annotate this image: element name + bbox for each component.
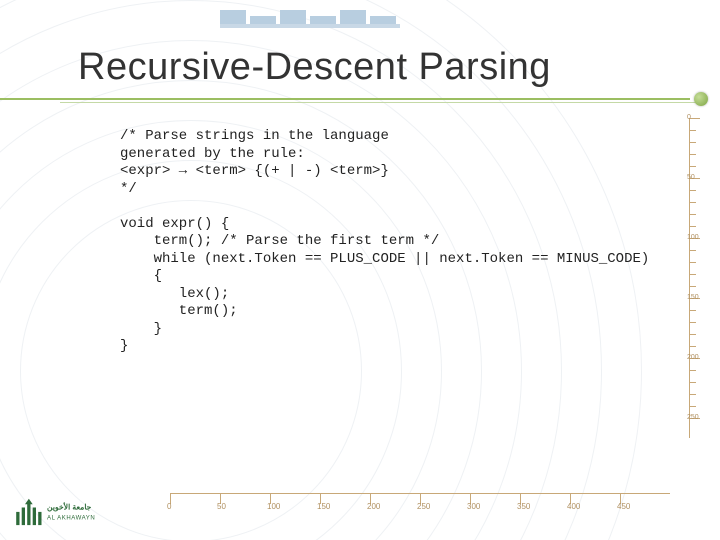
vruler-label: 150	[687, 295, 699, 301]
top-decoration-base	[220, 24, 400, 28]
logo-english-text: AL AKHAWAYN	[47, 516, 95, 522]
code-line: lex();	[120, 286, 229, 302]
hruler-label: 200	[367, 502, 380, 511]
university-logo: جامعة الأخوين AL AKHAWAYN	[14, 496, 124, 530]
horizontal-ruler: 0 50 100 150 200 250 300 350 400 450	[170, 493, 670, 512]
code-line: }	[120, 321, 162, 337]
hruler-label: 300	[467, 502, 480, 511]
code-line: {	[120, 268, 162, 284]
hruler-label: 250	[417, 502, 430, 511]
hruler-label: 450	[617, 502, 630, 511]
title-bullet-icon	[694, 92, 708, 106]
hruler-label: 350	[517, 502, 530, 511]
code-line: */	[120, 181, 137, 197]
logo-arabic-text: جامعة الأخوين	[47, 501, 92, 513]
code-line: term(); /* Parse the first term */	[120, 233, 439, 249]
page-title: Recursive-Descent Parsing	[78, 46, 551, 89]
hruler-label: 400	[567, 502, 580, 511]
vruler-label: 0	[687, 115, 699, 121]
title-underline-secondary	[60, 102, 700, 103]
title-underline-primary	[0, 98, 690, 100]
vruler-label: 200	[687, 355, 699, 361]
hruler-label: 50	[217, 502, 226, 511]
hruler-label: 150	[317, 502, 330, 511]
code-line: generated by the rule:	[120, 146, 305, 162]
code-line: /* Parse strings in the language	[120, 128, 389, 144]
code-line: while (next.Token == PLUS_CODE || next.T…	[120, 251, 649, 267]
hruler-label: 0	[167, 502, 171, 511]
code-line: }	[120, 338, 128, 354]
hruler-label: 100	[267, 502, 280, 511]
top-decoration	[220, 0, 400, 26]
vruler-label: 250	[687, 415, 699, 421]
vruler-label: 50	[687, 175, 699, 181]
vruler-label: 100	[687, 235, 699, 241]
vertical-ruler: 0 50 100 150 200 250	[689, 118, 708, 438]
code-line: <expr> → <term> {(+ | -) <term>}	[120, 163, 389, 179]
code-line: void expr() {	[120, 216, 229, 232]
code-line: term();	[120, 303, 238, 319]
code-block: /* Parse strings in the language generat…	[120, 128, 680, 356]
